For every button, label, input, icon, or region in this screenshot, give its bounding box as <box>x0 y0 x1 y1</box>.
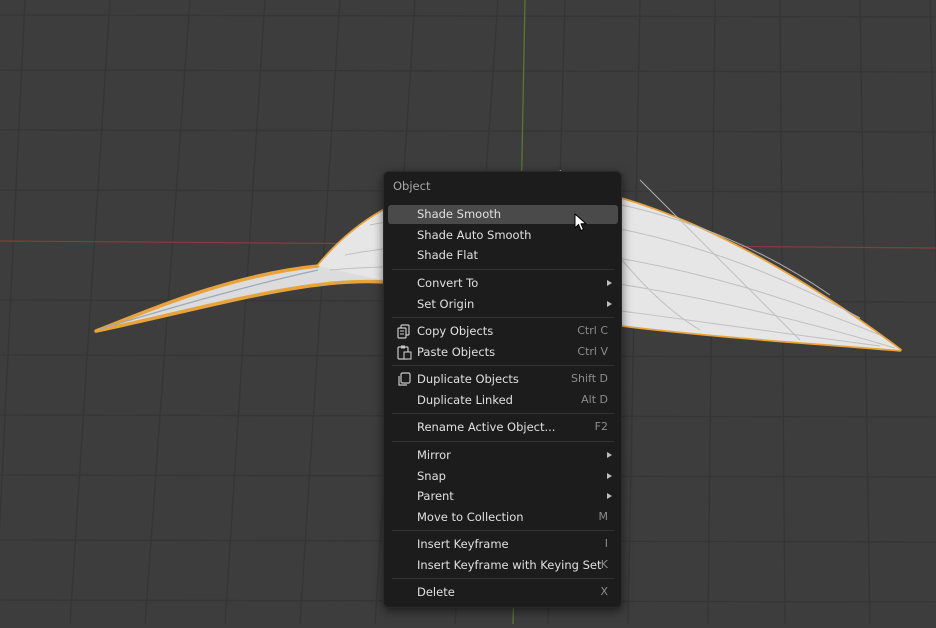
submenu-arrow-icon <box>607 300 612 307</box>
menu-item-move-to-collection[interactable]: Move to Collection M <box>388 508 618 527</box>
menu-item-shortcut: Alt D <box>581 392 608 406</box>
menu-item-label: Shade Flat <box>417 248 479 262</box>
copy-icon <box>397 324 410 339</box>
menu-item-convert-to[interactable]: Convert To <box>388 274 618 293</box>
menu-item-parent[interactable]: Parent <box>388 487 618 506</box>
menu-item-shortcut: K <box>600 557 608 571</box>
menu-separator <box>392 530 614 531</box>
menu-separator <box>392 413 614 414</box>
menu-item-label: Move to Collection <box>417 509 524 524</box>
menu-item-insert-keyframe-with-keying-set[interactable]: Insert Keyframe with Keying Set K <box>388 556 618 575</box>
menu-title: Object <box>393 179 431 193</box>
submenu-arrow-icon <box>607 452 612 458</box>
menu-item-shade-flat[interactable]: Shade Flat <box>388 246 618 265</box>
menu-item-label: Set Origin <box>417 296 475 311</box>
menu-separator <box>392 269 614 270</box>
duplicate-icon <box>398 372 411 386</box>
submenu-arrow-icon <box>607 280 612 286</box>
menu-separator <box>392 441 614 442</box>
menu-item-insert-keyframe[interactable]: Insert Keyframe I <box>388 535 618 554</box>
menu-item-copy-objects[interactable]: Copy Objects Ctrl C <box>388 322 618 341</box>
menu-item-label: Copy Objects <box>417 324 494 338</box>
menu-item-set-origin[interactable]: Set Origin <box>388 295 618 314</box>
menu-item-delete[interactable]: Delete X <box>388 583 618 602</box>
submenu-arrow-icon <box>607 493 612 499</box>
menu-item-shortcut: M <box>598 509 609 523</box>
menu-item-shortcut: Shift D <box>571 372 608 385</box>
menu-item-label: Insert Keyframe <box>417 537 509 551</box>
menu-item-label: Shade Auto Smooth <box>417 227 532 242</box>
submenu-arrow-icon <box>607 472 612 479</box>
paste-icon <box>397 345 412 360</box>
menu-separator <box>392 365 614 366</box>
menu-item-mirror[interactable]: Mirror <box>388 446 618 465</box>
menu-item-label: Duplicate Linked <box>417 392 513 407</box>
menu-item-label: Duplicate Objects <box>417 372 519 386</box>
menu-item-label: Insert Keyframe with Keying Set <box>417 557 602 572</box>
menu-item-shortcut: X <box>600 585 608 598</box>
mouse-pointer-icon <box>574 213 587 231</box>
object-context-menu: Object Shade Smooth Shade Auto Smooth Sh… <box>383 171 622 608</box>
menu-item-shortcut: I <box>604 537 608 550</box>
menu-item-label: Delete <box>417 585 455 599</box>
menu-item-label: Convert To <box>417 276 479 290</box>
menu-item-paste-objects[interactable]: Paste Objects Ctrl V <box>388 343 618 362</box>
menu-item-label: Shade Smooth <box>417 207 502 221</box>
menu-separator <box>392 317 614 318</box>
menu-item-duplicate-linked[interactable]: Duplicate Linked Alt D <box>388 391 618 410</box>
menu-item-label: Paste Objects <box>417 344 496 359</box>
menu-item-label: Rename Active Object... <box>417 420 556 434</box>
menu-item-rename-active-object[interactable]: Rename Active Object... F2 <box>388 418 618 437</box>
menu-item-snap[interactable]: Snap <box>388 467 618 486</box>
menu-item-shortcut: Ctrl V <box>577 344 608 358</box>
menu-item-shortcut: Ctrl C <box>577 324 608 337</box>
menu-item-label: Mirror <box>417 448 451 462</box>
menu-item-duplicate-objects[interactable]: Duplicate Objects Shift D <box>388 370 618 389</box>
menu-item-shortcut: F2 <box>594 420 608 433</box>
menu-item-label: Parent <box>417 489 454 503</box>
menu-item-label: Snap <box>417 468 446 483</box>
menu-separator <box>392 578 614 579</box>
